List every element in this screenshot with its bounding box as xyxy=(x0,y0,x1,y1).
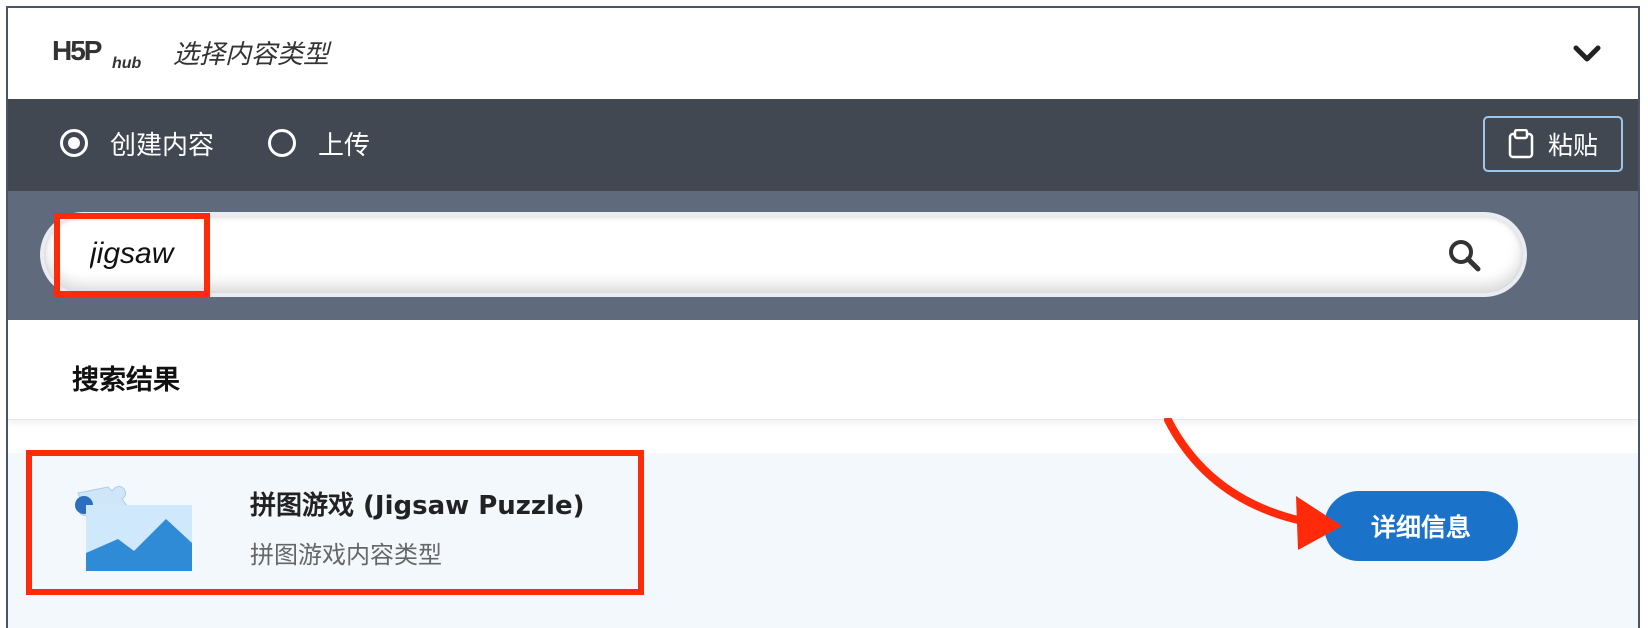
results-heading: 搜索结果 xyxy=(72,365,180,396)
radio-unchecked-icon xyxy=(268,129,296,157)
paste-button-label: 粘贴 xyxy=(1547,131,1598,160)
chevron-down-icon[interactable] xyxy=(1570,38,1604,68)
result-highlight-box xyxy=(26,450,644,595)
search-highlight-box xyxy=(54,213,210,297)
search-field[interactable] xyxy=(44,216,1523,293)
annotation-arrow xyxy=(1164,418,1342,550)
paste-button[interactable]: 粘贴 xyxy=(1483,116,1623,172)
svg-text:hub: hub xyxy=(112,55,142,70)
h5p-hub-logo: H5P hub xyxy=(52,35,142,70)
clipboard-icon xyxy=(1508,129,1534,159)
results-header: 搜索结果 xyxy=(8,320,1638,420)
tab-create-content[interactable]: 创建内容 xyxy=(60,123,214,163)
tab-upload[interactable]: 上传 xyxy=(268,123,370,163)
h5p-hub-panel: H5P hub 选择内容类型 创建内容 上传 粘贴 jigsaw 搜索结果 拼图… xyxy=(6,6,1640,628)
hub-title: 选择内容类型 xyxy=(173,40,330,70)
tabs-bar: 创建内容 上传 粘贴 xyxy=(8,99,1638,191)
tab-upload-label: 上传 xyxy=(318,130,371,161)
search-bar xyxy=(8,191,1638,320)
svg-text:H5P: H5P xyxy=(52,35,102,66)
search-icon[interactable] xyxy=(1447,238,1481,272)
result-item-jigsaw[interactable]: 拼图游戏 (Jigsaw Puzzle) 拼图游戏内容类型 详细信息 xyxy=(8,450,1638,628)
details-button[interactable]: 详细信息 xyxy=(1324,491,1518,561)
search-input[interactable] xyxy=(90,228,1430,280)
hub-header[interactable]: H5P hub 选择内容类型 xyxy=(8,8,1638,99)
radio-checked-icon xyxy=(60,129,88,157)
tab-create-label: 创建内容 xyxy=(110,130,215,161)
